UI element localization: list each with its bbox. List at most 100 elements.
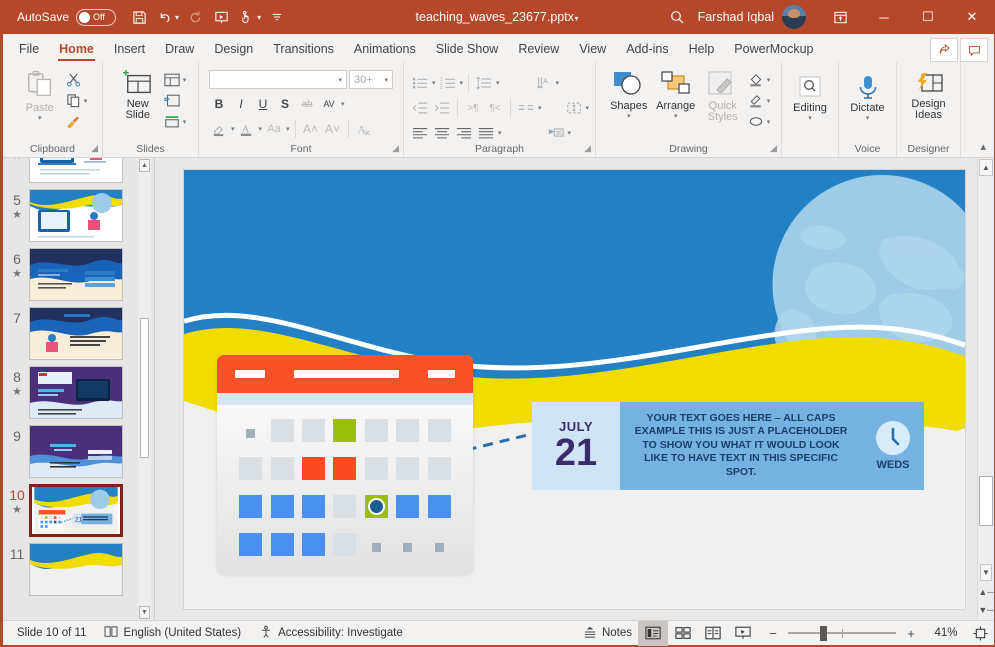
notes-button[interactable]: Notes — [577, 626, 638, 641]
thumbnail-preview[interactable] — [29, 543, 123, 596]
slide-thumbnail-panel[interactable]: 4 ★ 5 ★ — [3, 158, 151, 620]
scroll-down-icon[interactable]: ▼ — [980, 564, 992, 581]
customize-quick-access-icon[interactable] — [264, 4, 290, 30]
thumbnail-preview[interactable] — [29, 307, 123, 360]
tab-file[interactable]: File — [9, 36, 49, 62]
autosave-toggle[interactable]: Off — [76, 8, 117, 26]
underline-button[interactable]: U — [253, 94, 273, 114]
tab-insert[interactable]: Insert — [104, 36, 155, 62]
cut-scissors-icon[interactable] — [64, 70, 83, 89]
close-button[interactable]: ✕ — [950, 0, 994, 34]
tab-help[interactable]: Help — [679, 36, 725, 62]
thumbnail-preview[interactable] — [29, 248, 123, 301]
stage-scrollbar[interactable]: ▲ ▼ ▲─ ▼─ — [977, 158, 994, 620]
callout-body[interactable]: YOUR TEXT GOES HERE – ALL CAPS EXAMPLE T… — [620, 401, 862, 490]
thumbnail-item[interactable]: 4 ★ — [3, 158, 138, 183]
slide-layout-icon[interactable] — [163, 70, 182, 89]
slide-stage[interactable]: JULY 21 YOUR TEXT GOES HERE – ALL CAPS E… — [155, 158, 994, 620]
increase-indent-icon[interactable] — [432, 98, 452, 118]
numbering-caret[interactable]: ▾ — [460, 79, 464, 87]
section-dropdown-caret[interactable]: ▾ — [183, 118, 187, 126]
user-name[interactable]: Farshad Iqbal — [698, 10, 774, 24]
fit-slide-to-window-icon[interactable] — [966, 621, 994, 646]
date-callout[interactable]: JULY 21 YOUR TEXT GOES HERE – ALL CAPS E… — [532, 401, 924, 490]
tab-view[interactable]: View — [569, 36, 616, 62]
justify-caret[interactable]: ▾ — [498, 129, 502, 137]
thumbnail-preview[interactable] — [29, 366, 123, 419]
scroll-up-icon[interactable]: ▲ — [979, 159, 993, 176]
undo-dropdown-caret[interactable]: ▾ — [175, 13, 179, 22]
shape-fill-icon[interactable] — [747, 70, 766, 89]
tab-home[interactable]: Home — [49, 36, 104, 62]
text-highlight-icon[interactable] — [209, 119, 229, 139]
slide-show-icon[interactable] — [728, 621, 758, 646]
zoom-slider[interactable] — [788, 621, 896, 646]
drawing-dialog-launcher[interactable]: ◢ — [770, 143, 777, 154]
columns-icon[interactable] — [516, 98, 536, 118]
text-direction-icon[interactable]: A — [534, 73, 554, 93]
thumbnail-item[interactable]: 10 ★ 21 — [3, 478, 138, 537]
paste-dropdown-caret[interactable]: ▾ — [38, 114, 42, 122]
bold-button[interactable]: B — [209, 94, 229, 114]
right-to-left-icon[interactable]: ¶< — [485, 98, 505, 118]
language-status[interactable]: English (United States) — [98, 625, 247, 641]
thumbnail-item[interactable]: 8 ★ — [3, 360, 138, 419]
zoom-level[interactable]: 41% — [926, 627, 966, 639]
ribbon-display-options-icon[interactable] — [818, 0, 862, 34]
numbering-icon[interactable]: 123 — [438, 73, 458, 93]
tab-draw[interactable]: Draw — [155, 36, 204, 62]
align-center-icon[interactable] — [432, 123, 452, 143]
bullets-icon[interactable] — [410, 73, 430, 93]
calendar-graphic[interactable] — [217, 354, 473, 574]
tab-powermockup[interactable]: PowerMockup — [724, 36, 823, 62]
paragraph-dialog-launcher[interactable]: ◢ — [584, 143, 591, 154]
copy-icon[interactable] — [64, 91, 83, 110]
arrange-button[interactable]: Arrange ▾ — [653, 68, 699, 122]
slide-sorter-icon[interactable] — [668, 621, 698, 646]
search-icon[interactable] — [656, 9, 698, 25]
start-presentation-icon[interactable] — [208, 4, 234, 30]
tab-transitions[interactable]: Transitions — [263, 36, 344, 62]
tab-slide-show[interactable]: Slide Show — [426, 36, 509, 62]
maximize-button[interactable]: ☐ — [906, 0, 950, 34]
thumbnail-preview[interactable] — [29, 189, 123, 242]
justify-icon[interactable] — [476, 123, 496, 143]
thumbnail-preview[interactable] — [29, 425, 123, 478]
arrange-caret[interactable]: ▾ — [674, 112, 678, 120]
save-icon[interactable] — [126, 4, 152, 30]
tab-add-ins[interactable]: Add-ins — [616, 36, 678, 62]
character-spacing-caret[interactable]: ▾ — [341, 100, 345, 108]
design-ideas-button[interactable]: Design Ideas — [903, 70, 954, 123]
slide-indicator[interactable]: Slide 10 of 11 — [11, 627, 92, 639]
clipboard-dialog-launcher[interactable]: ◢ — [91, 143, 98, 154]
text-direction-caret[interactable]: ▾ — [556, 79, 560, 87]
slide-canvas[interactable]: JULY 21 YOUR TEXT GOES HERE – ALL CAPS E… — [183, 168, 966, 610]
clear-formatting-icon[interactable]: A — [354, 119, 374, 139]
increase-font-size-button[interactable]: A˄ — [301, 119, 321, 139]
thumbnail-item[interactable]: 7 — [3, 301, 138, 360]
font-name-input[interactable]: ▾ — [209, 70, 347, 89]
zoom-handle[interactable] — [820, 625, 828, 641]
stage-scroll-thumb[interactable] — [979, 476, 993, 526]
quick-styles-button[interactable]: Quick Styles — [701, 68, 745, 125]
account-avatar[interactable] — [782, 5, 806, 29]
scroll-up-icon[interactable]: ▲ — [139, 159, 150, 172]
normal-view-icon[interactable] — [638, 620, 668, 646]
smartart-caret[interactable]: ▾ — [568, 129, 572, 137]
font-size-input[interactable]: 30+ ▾ — [349, 70, 393, 89]
zoom-out-button[interactable]: − — [758, 621, 788, 646]
scroll-down-icon[interactable]: ▼ — [139, 606, 150, 619]
dictate-caret[interactable]: ▾ — [866, 114, 870, 122]
touch-mode-dropdown-caret[interactable]: ▾ — [257, 13, 261, 22]
align-text-icon[interactable] — [564, 98, 584, 118]
align-left-icon[interactable] — [410, 123, 430, 143]
change-case-caret[interactable]: ▾ — [286, 125, 290, 133]
align-right-icon[interactable] — [454, 123, 474, 143]
reading-view-icon[interactable] — [698, 621, 728, 646]
paste-button[interactable]: Paste ▾ — [18, 68, 62, 124]
line-spacing-caret[interactable]: ▾ — [496, 79, 500, 87]
highlight-caret[interactable]: ▾ — [231, 125, 235, 133]
tab-design[interactable]: Design — [204, 36, 263, 62]
strikethrough-button[interactable]: ab — [297, 94, 317, 114]
minimize-button[interactable]: ─ — [862, 0, 906, 34]
